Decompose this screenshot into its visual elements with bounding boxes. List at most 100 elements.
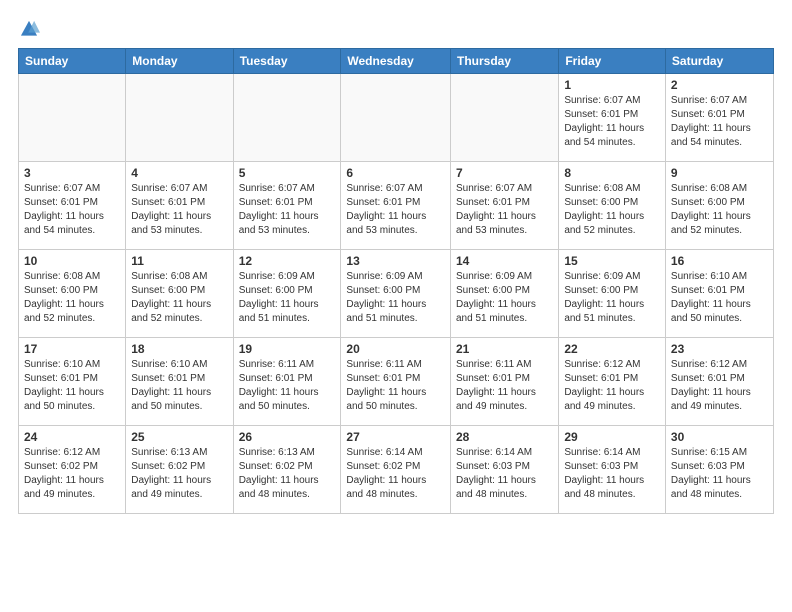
- day-info: Sunrise: 6:08 AMSunset: 6:00 PMDaylight:…: [671, 182, 768, 238]
- day-number: 12: [239, 254, 336, 268]
- calendar-cell: 20 Sunrise: 6:11 AMSunset: 6:01 PMDayligh…: [341, 338, 451, 426]
- calendar-cell: 18Sunrise: 6:10 AMSunset: 6:01 PMDayligh…: [126, 338, 233, 426]
- day-number: 15: [564, 254, 660, 268]
- day-info: Sunrise: 6:08 AMSunset: 6:00 PMDaylight:…: [131, 270, 227, 326]
- calendar-cell: 26 Sunrise: 6:13 AMSunset: 6:02 PMDayligh…: [233, 426, 341, 514]
- calendar-cell: 2 Sunrise: 6:07 AMSunset: 6:01 PMDaylight…: [665, 74, 773, 162]
- calendar-cell: 25 Sunrise: 6:13 AMSunset: 6:02 PMDayligh…: [126, 426, 233, 514]
- day-info: Sunrise: 6:10 AMSunset: 6:01 PMDaylight:…: [671, 270, 768, 326]
- logo: [18, 18, 44, 40]
- calendar-cell: 23 Sunrise: 6:12 AMSunset: 6:01 PMDayligh…: [665, 338, 773, 426]
- day-info: Sunrise: 6:10 AMSunset: 6:01 PMDaylight:…: [131, 358, 227, 414]
- day-number: 3: [24, 166, 120, 180]
- calendar-cell: 4Sunrise: 6:07 AMSunset: 6:01 PMDaylight…: [126, 162, 233, 250]
- day-number: 10: [24, 254, 120, 268]
- calendar-cell: 11 Sunrise: 6:08 AMSunset: 6:00 PMDayligh…: [126, 250, 233, 338]
- day-number: 29: [564, 430, 660, 444]
- calendar-week-row: 1 Sunrise: 6:07 AMSunset: 6:01 PMDaylight…: [19, 74, 774, 162]
- calendar-cell: [233, 74, 341, 162]
- day-number: 22: [564, 342, 660, 356]
- calendar-day-header: Saturday: [665, 49, 773, 74]
- day-info: Sunrise: 6:07 AMSunset: 6:01 PMDaylight:…: [239, 182, 336, 238]
- calendar-cell: 15 Sunrise: 6:09 AMSunset: 6:00 PMDayligh…: [559, 250, 666, 338]
- day-number: 1: [564, 78, 660, 92]
- day-number: 7: [456, 166, 553, 180]
- logo-area: [18, 18, 44, 40]
- calendar-cell: 27 Sunrise: 6:14 AMSunset: 6:02 PMDayligh…: [341, 426, 451, 514]
- day-number: 20: [346, 342, 445, 356]
- day-info: Sunrise: 6:13 AMSunset: 6:02 PMDaylight:…: [239, 446, 336, 502]
- day-number: 4: [131, 166, 227, 180]
- day-info: Sunrise: 6:11 AMSunset: 6:01 PMDaylight:…: [239, 358, 336, 414]
- day-number: 28: [456, 430, 553, 444]
- calendar-cell: 19 Sunrise: 6:11 AMSunset: 6:01 PMDayligh…: [233, 338, 341, 426]
- day-info: Sunrise: 6:15 AMSunset: 6:03 PMDaylight:…: [671, 446, 768, 502]
- day-number: 13: [346, 254, 445, 268]
- day-number: 2: [671, 78, 768, 92]
- day-number: 25: [131, 430, 227, 444]
- calendar-header-row: SundayMondayTuesdayWednesdayThursdayFrid…: [19, 49, 774, 74]
- day-info: Sunrise: 6:07 AMSunset: 6:01 PMDaylight:…: [346, 182, 445, 238]
- day-info: Sunrise: 6:14 AMSunset: 6:02 PMDaylight:…: [346, 446, 445, 502]
- day-number: 21: [456, 342, 553, 356]
- day-info: Sunrise: 6:07 AMSunset: 6:01 PMDaylight:…: [564, 94, 660, 150]
- day-number: 16: [671, 254, 768, 268]
- day-number: 11: [131, 254, 227, 268]
- day-number: 5: [239, 166, 336, 180]
- day-number: 30: [671, 430, 768, 444]
- day-number: 14: [456, 254, 553, 268]
- day-number: 6: [346, 166, 445, 180]
- header: [18, 18, 774, 40]
- day-info: Sunrise: 6:09 AMSunset: 6:00 PMDaylight:…: [346, 270, 445, 326]
- calendar-cell: [450, 74, 558, 162]
- calendar-cell: 16 Sunrise: 6:10 AMSunset: 6:01 PMDayligh…: [665, 250, 773, 338]
- calendar-week-row: 17Sunrise: 6:10 AMSunset: 6:01 PMDayligh…: [19, 338, 774, 426]
- calendar-cell: 12 Sunrise: 6:09 AMSunset: 6:00 PMDayligh…: [233, 250, 341, 338]
- day-info: Sunrise: 6:14 AMSunset: 6:03 PMDaylight:…: [456, 446, 553, 502]
- day-info: Sunrise: 6:13 AMSunset: 6:02 PMDaylight:…: [131, 446, 227, 502]
- day-number: 19: [239, 342, 336, 356]
- calendar-cell: 1 Sunrise: 6:07 AMSunset: 6:01 PMDaylight…: [559, 74, 666, 162]
- day-number: 23: [671, 342, 768, 356]
- day-number: 27: [346, 430, 445, 444]
- calendar-cell: 21 Sunrise: 6:11 AMSunset: 6:01 PMDayligh…: [450, 338, 558, 426]
- day-info: Sunrise: 6:08 AMSunset: 6:00 PMDaylight:…: [24, 270, 120, 326]
- calendar-cell: 10 Sunrise: 6:08 AMSunset: 6:00 PMDayligh…: [19, 250, 126, 338]
- calendar-cell: 7 Sunrise: 6:07 AMSunset: 6:01 PMDaylight…: [450, 162, 558, 250]
- calendar-cell: 28 Sunrise: 6:14 AMSunset: 6:03 PMDayligh…: [450, 426, 558, 514]
- calendar-day-header: Wednesday: [341, 49, 451, 74]
- calendar: SundayMondayTuesdayWednesdayThursdayFrid…: [18, 48, 774, 514]
- calendar-cell: 14Sunrise: 6:09 AMSunset: 6:00 PMDayligh…: [450, 250, 558, 338]
- day-info: Sunrise: 6:07 AMSunset: 6:01 PMDaylight:…: [24, 182, 120, 238]
- calendar-day-header: Friday: [559, 49, 666, 74]
- day-info: Sunrise: 6:09 AMSunset: 6:00 PMDaylight:…: [239, 270, 336, 326]
- calendar-cell: 30 Sunrise: 6:15 AMSunset: 6:03 PMDayligh…: [665, 426, 773, 514]
- page: SundayMondayTuesdayWednesdayThursdayFrid…: [0, 0, 792, 524]
- calendar-cell: 9 Sunrise: 6:08 AMSunset: 6:00 PMDaylight…: [665, 162, 773, 250]
- day-info: Sunrise: 6:14 AMSunset: 6:03 PMDaylight:…: [564, 446, 660, 502]
- calendar-week-row: 10 Sunrise: 6:08 AMSunset: 6:00 PMDayligh…: [19, 250, 774, 338]
- day-number: 26: [239, 430, 336, 444]
- calendar-cell: 13 Sunrise: 6:09 AMSunset: 6:00 PMDayligh…: [341, 250, 451, 338]
- calendar-cell: 24Sunrise: 6:12 AMSunset: 6:02 PMDayligh…: [19, 426, 126, 514]
- calendar-day-header: Tuesday: [233, 49, 341, 74]
- day-info: Sunrise: 6:12 AMSunset: 6:01 PMDaylight:…: [564, 358, 660, 414]
- day-info: Sunrise: 6:11 AMSunset: 6:01 PMDaylight:…: [346, 358, 445, 414]
- day-number: 9: [671, 166, 768, 180]
- day-info: Sunrise: 6:07 AMSunset: 6:01 PMDaylight:…: [671, 94, 768, 150]
- calendar-cell: 22 Sunrise: 6:12 AMSunset: 6:01 PMDayligh…: [559, 338, 666, 426]
- calendar-cell: 6 Sunrise: 6:07 AMSunset: 6:01 PMDaylight…: [341, 162, 451, 250]
- logo-icon: [18, 18, 40, 40]
- calendar-day-header: Thursday: [450, 49, 558, 74]
- calendar-cell: 3 Sunrise: 6:07 AMSunset: 6:01 PMDaylight…: [19, 162, 126, 250]
- day-info: Sunrise: 6:12 AMSunset: 6:01 PMDaylight:…: [671, 358, 768, 414]
- calendar-cell: [341, 74, 451, 162]
- day-info: Sunrise: 6:07 AMSunset: 6:01 PMDaylight:…: [456, 182, 553, 238]
- calendar-cell: 17Sunrise: 6:10 AMSunset: 6:01 PMDayligh…: [19, 338, 126, 426]
- day-info: Sunrise: 6:11 AMSunset: 6:01 PMDaylight:…: [456, 358, 553, 414]
- day-number: 24: [24, 430, 120, 444]
- calendar-day-header: Sunday: [19, 49, 126, 74]
- calendar-cell: 5 Sunrise: 6:07 AMSunset: 6:01 PMDaylight…: [233, 162, 341, 250]
- calendar-day-header: Monday: [126, 49, 233, 74]
- day-info: Sunrise: 6:09 AMSunset: 6:00 PMDaylight:…: [564, 270, 660, 326]
